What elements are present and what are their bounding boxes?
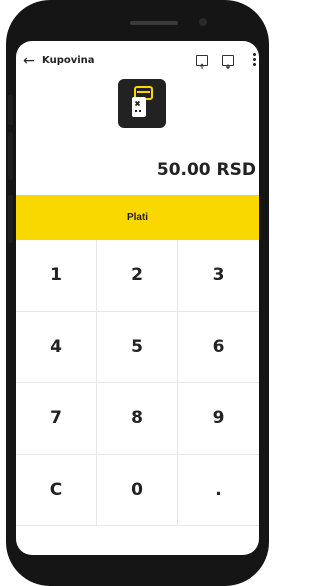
key-8[interactable]: 8	[97, 383, 178, 455]
key-9[interactable]: 9	[178, 383, 259, 455]
key-decimal[interactable]: .	[178, 454, 259, 526]
amount-display: 50.00 RSD	[156, 160, 256, 180]
volume-down-button	[8, 132, 13, 180]
more-vert-icon[interactable]	[253, 53, 256, 68]
save-box-icon[interactable]	[222, 55, 234, 70]
pay-button[interactable]: Plati	[16, 195, 259, 240]
key-3[interactable]: 3	[178, 240, 259, 312]
arrow-left-icon[interactable]: ←	[23, 53, 35, 69]
app-screen: ← Kupovina 50.00 RSD Plati 1 2 3 4 5 6 7…	[16, 41, 259, 555]
earpiece-speaker	[130, 21, 178, 25]
key-clear[interactable]: C	[16, 454, 97, 526]
pos-terminal-icon	[118, 79, 166, 128]
key-5[interactable]: 5	[97, 311, 178, 383]
key-6[interactable]: 6	[178, 311, 259, 383]
front-camera	[199, 18, 207, 26]
key-0[interactable]: 0	[97, 454, 178, 526]
top-app-bar: ← Kupovina	[16, 41, 259, 83]
page-title: Kupovina	[42, 55, 95, 66]
key-7[interactable]: 7	[16, 383, 97, 455]
key-1[interactable]: 1	[16, 240, 97, 312]
volume-up-button	[8, 95, 13, 125]
key-2[interactable]: 2	[97, 240, 178, 312]
upload-folder-icon[interactable]	[196, 55, 208, 69]
key-4[interactable]: 4	[16, 311, 97, 383]
numeric-keypad: 1 2 3 4 5 6 7 8 9 C 0 .	[16, 240, 259, 526]
bixby-button	[8, 195, 13, 243]
